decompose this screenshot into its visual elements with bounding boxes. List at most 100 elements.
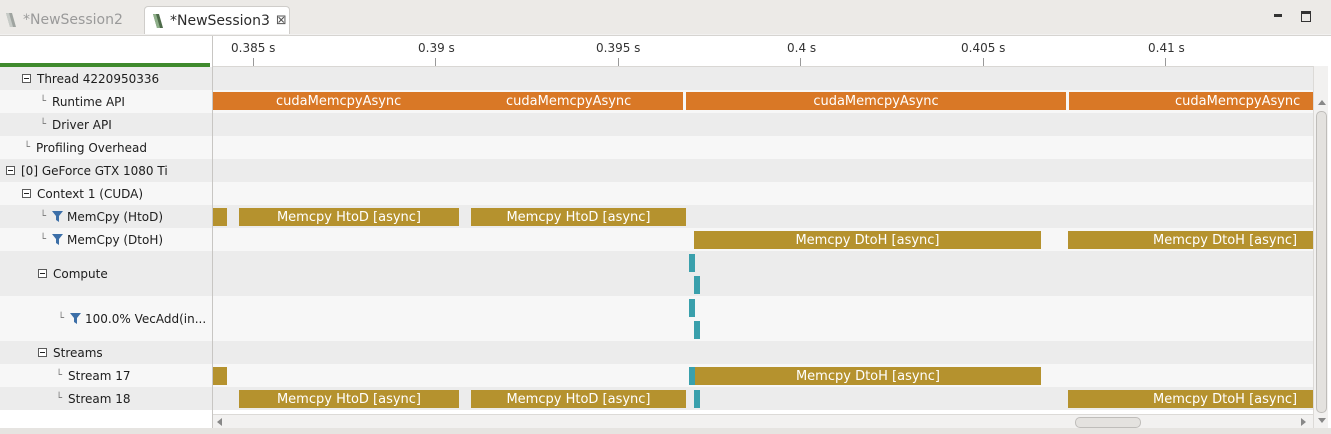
bar-label: cudaMemcpyAsync: [276, 93, 402, 109]
timeline-row-context: [213, 182, 1313, 205]
tree-row-stream18[interactable]: └ Stream 18: [0, 387, 212, 410]
funnel-icon[interactable]: [52, 234, 64, 245]
collapse-box-icon[interactable]: [22, 74, 31, 83]
funnel-icon[interactable]: [70, 313, 82, 324]
memcpy-htod-bar[interactable]: Memcpy HtoD [async]: [239, 208, 459, 226]
tree-row-profiling-overhead[interactable]: └ Profiling Overhead: [0, 136, 212, 159]
stream17-dtoh-bar[interactable]: Memcpy DtoH [async]: [695, 367, 1041, 385]
timeline-row-gpu: [213, 159, 1313, 182]
stream18-dtoh-bar[interactable]: Memcpy DtoH [async]: [1068, 390, 1313, 408]
timeline-row-compute: [213, 251, 1313, 296]
bar-label: cudaMemcpyAsync: [506, 93, 632, 109]
timeline-row-profiling-overhead: [213, 136, 1313, 159]
bar-label: Memcpy DtoH [async]: [795, 368, 941, 384]
tree-row-context[interactable]: Context 1 (CUDA): [0, 182, 212, 205]
row-label: Stream 18: [68, 391, 131, 406]
timeline-panel: Thread 4220950336 └ Runtime API └ Driver…: [0, 35, 1331, 429]
collapse-box-icon[interactable]: [38, 348, 47, 357]
row-label: Runtime API: [52, 94, 125, 109]
timeline-row-streams: [213, 341, 1313, 364]
scroll-down-icon[interactable]: [1318, 418, 1326, 423]
kernel-bar[interactable]: [689, 299, 695, 317]
api-call-bar[interactable]: cudaMemcpyAsync: [686, 92, 1066, 110]
horizontal-scroll-thumb[interactable]: [1075, 417, 1141, 428]
kernel-bar[interactable]: [689, 254, 695, 272]
memcpy-dtoh-bar[interactable]: Memcpy DtoH [async]: [1068, 231, 1313, 249]
tick-label: 0.4 s: [787, 41, 817, 55]
tree-branch-icon: └: [24, 142, 31, 153]
kernel-bar[interactable]: [694, 390, 700, 408]
api-call-bar[interactable]: cudaMemcpyAsync cudaMemcpyAsync: [213, 92, 683, 110]
memcpy-htod-bar[interactable]: Memcpy HtoD [async]: [471, 208, 686, 226]
tree-row-memcpy-htod[interactable]: └ MemCpy (HtoD): [0, 205, 212, 228]
tree-branch-icon: └: [40, 211, 47, 222]
stream18-htod-bar[interactable]: Memcpy HtoD [async]: [471, 390, 686, 408]
tree-row-gpu[interactable]: [0] GeForce GTX 1080 Ti: [0, 159, 212, 182]
tick-label: 0.395 s: [596, 41, 641, 55]
tick-mark: [1165, 58, 1166, 66]
tree-row-driver-api[interactable]: └ Driver API: [0, 113, 212, 136]
row-label: Stream 17: [68, 368, 131, 383]
vertical-scroll-thumb[interactable]: [1316, 111, 1327, 413]
timeline-row-vecadd: [213, 296, 1313, 341]
minimize-icon: [1274, 14, 1282, 17]
tree-row-stream17[interactable]: └ Stream 17: [0, 364, 212, 387]
scroll-left-icon[interactable]: [217, 418, 222, 426]
session-icon: [6, 13, 16, 27]
tree-branch-icon: └: [40, 96, 47, 107]
collapse-box-icon[interactable]: [6, 166, 15, 175]
kernel-bar[interactable]: [694, 321, 700, 339]
timeline-tree: Thread 4220950336 └ Runtime API └ Driver…: [0, 36, 213, 428]
tree-branch-icon: └: [56, 370, 63, 381]
tick-label: 0.385 s: [231, 41, 276, 55]
tab-label: *NewSession3: [170, 12, 270, 29]
maximize-icon: [1301, 11, 1311, 22]
tree-branch-icon: └: [58, 313, 65, 324]
horizontal-scrollbar[interactable]: [213, 414, 1313, 429]
bar-label: cudaMemcpyAsync: [1175, 93, 1301, 109]
tree-row-vecadd[interactable]: └ 100.0% VecAdd(in...: [0, 296, 212, 341]
row-label: Driver API: [52, 117, 112, 132]
minimize-button[interactable]: [1272, 10, 1284, 22]
api-call-bar[interactable]: cudaMemcpyAsync: [1069, 92, 1313, 110]
scroll-right-icon[interactable]: [1301, 418, 1306, 426]
bar-label: Memcpy DtoH [async]: [1153, 232, 1298, 248]
scroll-up-icon[interactable]: [1318, 100, 1326, 105]
tab-label: *NewSession2: [23, 12, 123, 28]
vertical-scrollbar[interactable]: [1313, 66, 1328, 428]
collapse-box-icon[interactable]: [22, 189, 31, 198]
tick-mark: [800, 58, 801, 66]
bar-label: Memcpy HtoD [async]: [506, 209, 651, 225]
editor-tab-bar: *NewSession2 *NewSession3 ⊠: [0, 0, 1331, 34]
tab-newsession3[interactable]: *NewSession3 ⊠: [144, 6, 290, 34]
tick-mark: [618, 58, 619, 66]
funnel-icon[interactable]: [52, 211, 64, 222]
memcpy-dtoh-bar[interactable]: Memcpy DtoH [async]: [694, 231, 1041, 249]
memcpy-htod-bar[interactable]: [213, 208, 227, 226]
timeline-row-thread: [213, 67, 1313, 90]
maximize-button[interactable]: [1300, 10, 1312, 22]
tree-row-runtime-api[interactable]: └ Runtime API: [0, 90, 212, 113]
row-label: Compute: [53, 266, 108, 281]
tab-newsession2[interactable]: *NewSession2: [0, 6, 146, 34]
bottom-tab-strip: [0, 428, 1331, 434]
tick-label: 0.405 s: [961, 41, 1006, 55]
kernel-bar[interactable]: [694, 276, 700, 294]
tree-row-streams[interactable]: Streams: [0, 341, 212, 364]
tree-row-compute[interactable]: Compute: [0, 251, 212, 296]
tree-branch-icon: └: [56, 393, 63, 404]
bar-label: Memcpy HtoD [async]: [276, 391, 422, 407]
row-label: Streams: [53, 345, 103, 360]
close-icon[interactable]: ⊠: [276, 13, 287, 28]
row-label: [0] GeForce GTX 1080 Ti: [21, 163, 168, 178]
tree-row-thread[interactable]: Thread 4220950336: [0, 67, 212, 90]
tree-branch-icon: └: [40, 234, 47, 245]
stream17-bar[interactable]: [213, 367, 227, 385]
row-label: Profiling Overhead: [36, 140, 147, 155]
tree-row-memcpy-dtoh[interactable]: └ MemCpy (DtoH): [0, 228, 212, 251]
stream18-htod-bar[interactable]: Memcpy HtoD [async]: [239, 390, 459, 408]
row-label: MemCpy (HtoD): [67, 209, 164, 224]
row-label: Thread 4220950336: [37, 71, 160, 86]
tree-branch-icon: └: [40, 119, 47, 130]
collapse-box-icon[interactable]: [38, 269, 47, 278]
